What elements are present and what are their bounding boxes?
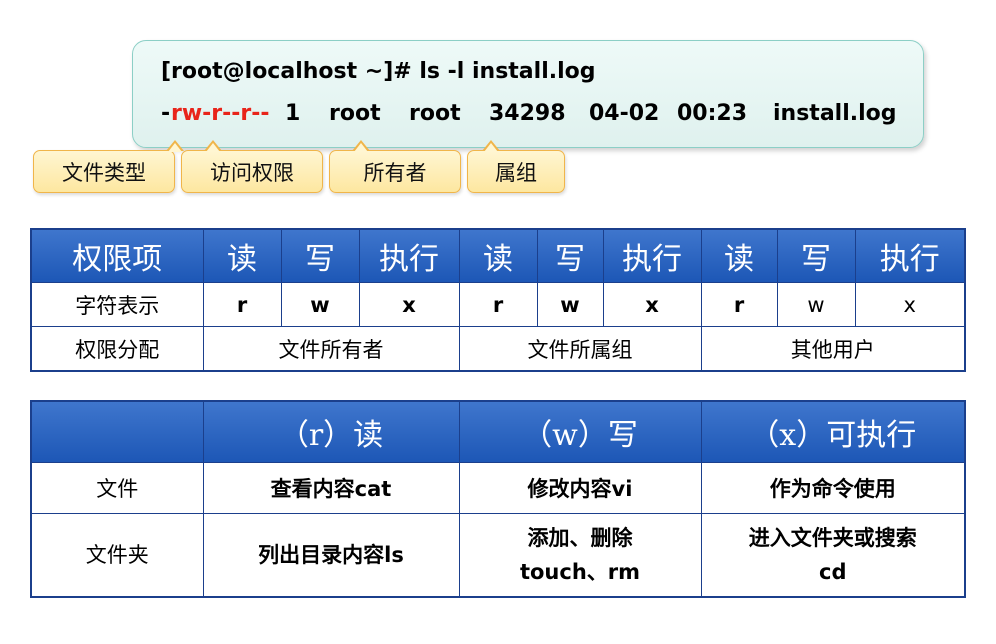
header-permission-item: 权限项 [30,228,204,283]
header-read: 读 [458,228,538,283]
header-write: 写 [776,228,856,283]
directory-write-line1: 添加、删除 [527,526,633,550]
symbol-row-label: 字符表示 [30,282,204,327]
permission-meaning-table: （r）读 （w）写 （x）可执行 文件 查看内容cat 修改内容vi 作为命令使… [30,400,966,598]
assignment-row: 权限分配 文件所有者 文件所属组 其他用户 [30,326,966,372]
link-count: 1 [285,101,301,126]
header-execute: 执行 [602,228,702,283]
directory-write-line2: touch、rm [519,560,641,584]
symbol-cell: r [700,282,778,327]
file-type-char: - [161,101,171,126]
assignment-group: 文件所属组 [458,326,702,372]
owner-name: root [329,101,381,126]
symbol-row: 字符表示 r w x r w x r w x [30,282,966,327]
header-read: 读 [202,228,282,283]
symbol-cell: x [358,282,460,327]
directory-exec-line2: cd [819,560,847,584]
file-row-label: 文件 [30,462,204,514]
symbol-cell: w [776,282,856,327]
directory-row: 文件夹 列出目录内容ls 添加、删除 touch、rm 进入文件夹或搜索 cd [30,513,966,598]
meaning-header-execute: （x）可执行 [700,400,966,463]
meaning-header-read: （r）读 [202,400,460,463]
meaning-header-blank [30,400,204,463]
meaning-header-write: （w）写 [458,400,702,463]
file-row: 文件 查看内容cat 修改内容vi 作为命令使用 [30,462,966,514]
header-execute: 执行 [854,228,966,283]
file-date: 04-02 [589,101,660,126]
file-read-meaning: 查看内容cat [202,462,460,514]
directory-exec-line1: 进入文件夹或搜索 [748,526,917,550]
file-write-meaning: 修改内容vi [458,462,702,514]
file-size: 34298 [489,101,566,126]
permission-table: 权限项 读 写 执行 读 写 执行 读 写 执行 字符表示 r w x r w … [30,228,966,372]
directory-read-meaning: 列出目录内容ls [202,513,460,598]
header-execute: 执行 [358,228,460,283]
header-write: 写 [280,228,360,283]
group-name: root [409,101,461,126]
permission-string: rw-r--r-- [171,101,270,126]
header-read: 读 [700,228,778,283]
directory-write-meaning: 添加、删除 touch、rm [458,513,702,598]
symbol-cell: w [280,282,360,327]
symbol-cell: x [854,282,966,327]
assignment-others: 其他用户 [700,326,966,372]
header-write: 写 [536,228,604,283]
permission-header-row: 权限项 读 写 执行 读 写 执行 读 写 执行 [30,228,966,283]
symbol-cell: x [602,282,702,327]
terminal-box: [root@localhost ~]# ls -l install.log - … [132,40,924,148]
terminal-command: [root@localhost ~]# ls -l install.log [161,59,596,84]
symbol-cell: r [202,282,282,327]
directory-exec-meaning: 进入文件夹或搜索 cd [700,513,966,598]
meaning-header-row: （r）读 （w）写 （x）可执行 [30,400,966,463]
assignment-row-label: 权限分配 [30,326,204,372]
file-time: 00:23 [677,101,748,126]
callout-file-type: 文件类型 [33,140,184,193]
symbol-cell: w [536,282,604,327]
file-exec-meaning: 作为命令使用 [700,462,966,514]
callout-owner: 所有者 [329,140,461,193]
callout-group: 属组 [467,140,565,193]
file-name: install.log [773,101,897,126]
symbol-cell: r [458,282,538,327]
callout-access-permission: 访问权限 [181,140,323,193]
directory-row-label: 文件夹 [30,513,204,598]
assignment-owner: 文件所有者 [202,326,460,372]
